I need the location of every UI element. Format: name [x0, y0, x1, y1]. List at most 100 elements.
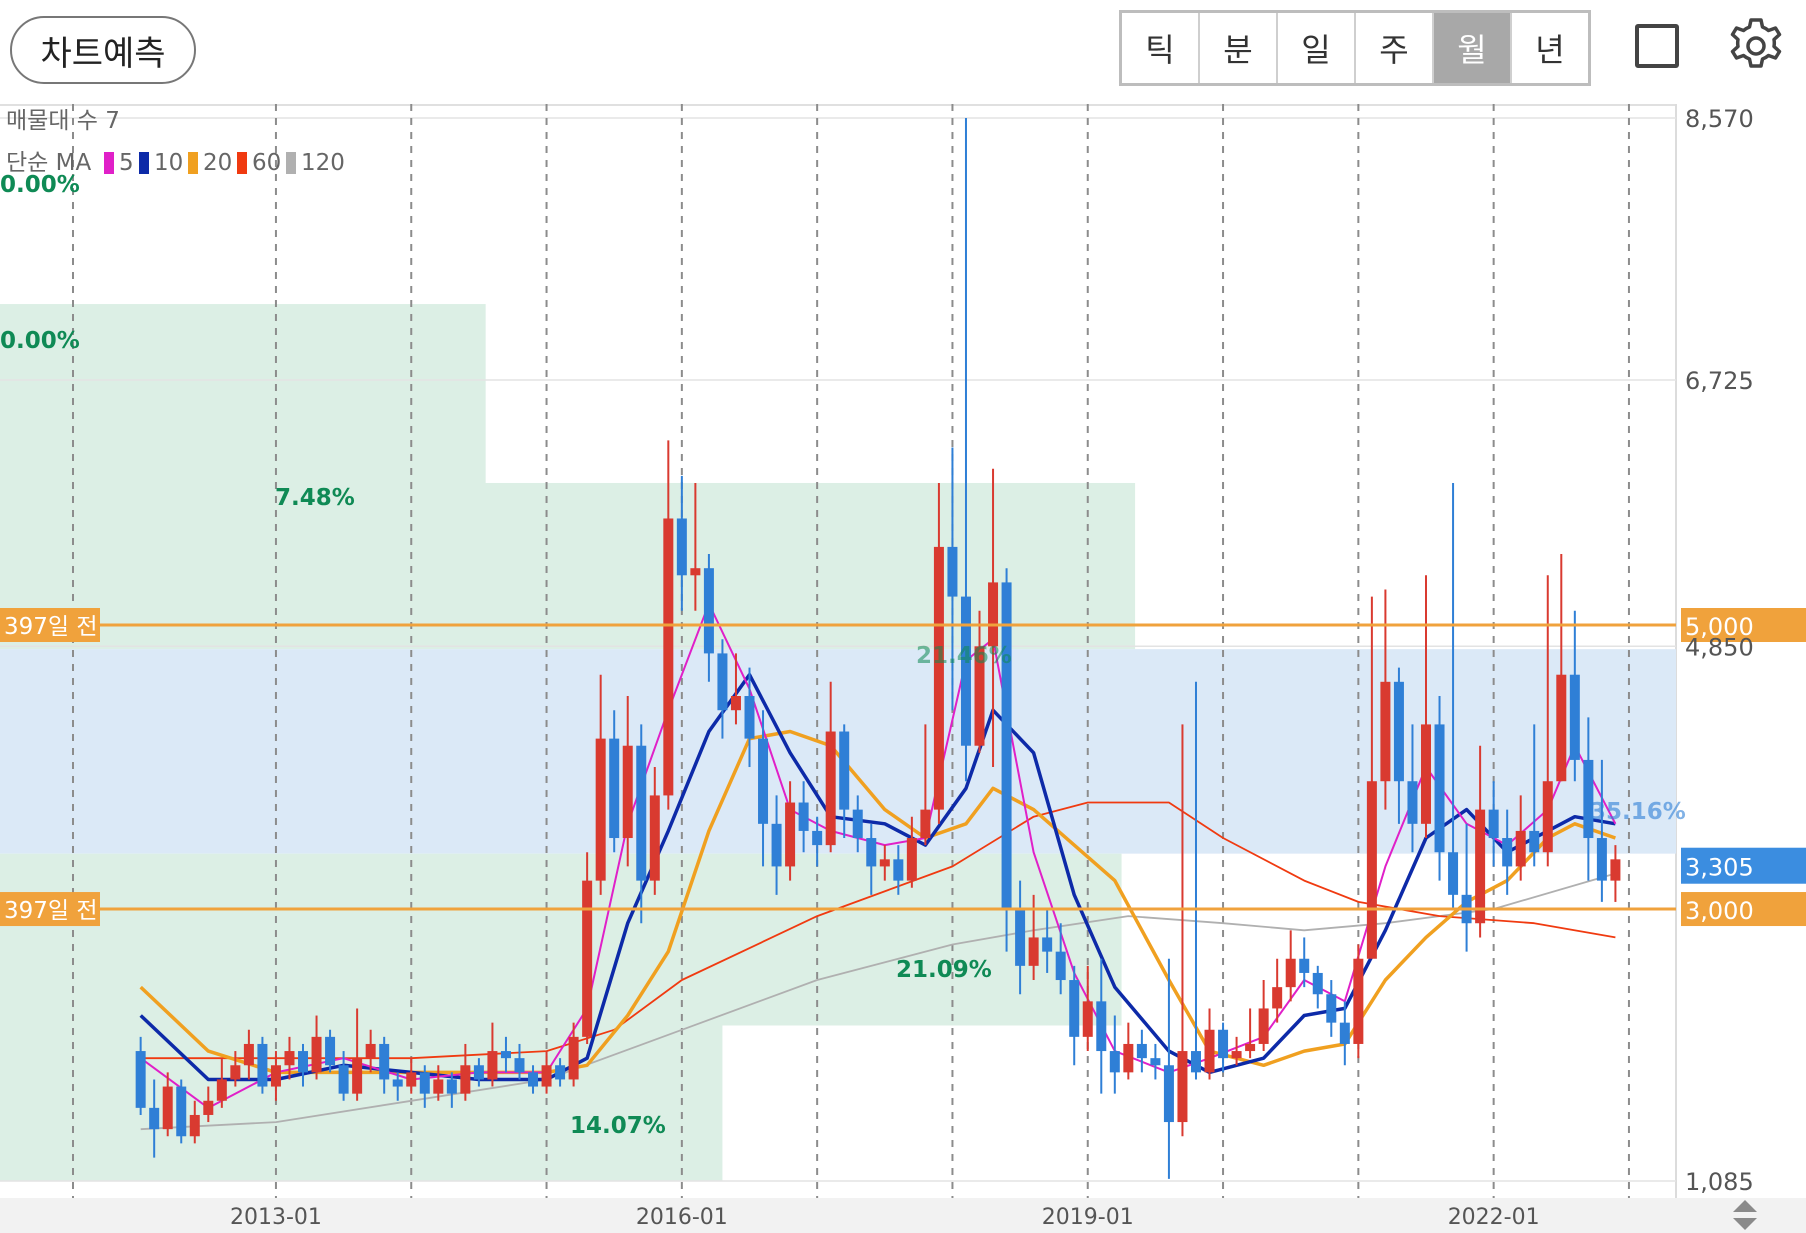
candle-body: [1515, 830, 1526, 867]
profile-percent-label: 7.48%: [275, 485, 355, 511]
candle-body: [311, 1036, 322, 1073]
profile-percent-label: 0.00%: [0, 328, 80, 354]
reference-line-left-label: 397일 전: [4, 898, 98, 924]
reference-line-right-label: 3,000: [1685, 897, 1754, 925]
candle-body: [338, 1065, 349, 1094]
candle-body: [690, 568, 701, 576]
candle-body: [1353, 958, 1364, 1044]
current-price-label: 3,305: [1685, 854, 1754, 882]
candle-body: [406, 1072, 417, 1087]
candle-body: [243, 1043, 254, 1066]
candle-body: [785, 802, 796, 867]
candle-body: [379, 1043, 390, 1080]
candle-body: [1055, 951, 1066, 981]
candle-body: [419, 1072, 430, 1094]
y-tick-label: 1,085: [1685, 1168, 1754, 1196]
candle-body: [879, 859, 890, 867]
candle-body: [352, 1058, 363, 1094]
candle-body: [568, 1036, 579, 1080]
ma-legend-swatch: [188, 152, 198, 174]
candle-body: [514, 1058, 525, 1073]
candle-body: [216, 1079, 227, 1101]
candle-body: [893, 859, 904, 881]
price-chart[interactable]: 397일 전 5,000397일 전 3,0003,3058,5706,7254,8…: [0, 0, 1806, 1233]
candle-body: [1393, 681, 1404, 782]
candle-body: [1421, 724, 1431, 824]
candle-body: [730, 696, 741, 711]
y-tick-label: 8,570: [1685, 105, 1754, 133]
candle-body: [825, 731, 836, 846]
y-tick-label: 6,725: [1685, 367, 1754, 395]
candle-body: [257, 1043, 268, 1087]
candle-body: [203, 1100, 214, 1115]
volume-profile-zone: [0, 1025, 723, 1181]
candle-body: [1326, 994, 1337, 1023]
candle-body: [1136, 1043, 1147, 1059]
candle-body: [528, 1072, 539, 1087]
candle-body: [1569, 674, 1580, 760]
candle-body: [1109, 1051, 1120, 1073]
candle-body: [325, 1036, 336, 1066]
candle-body: [1475, 809, 1486, 924]
candle-body: [1542, 781, 1553, 853]
ma-legend-swatch: [237, 152, 247, 174]
candle-body: [798, 802, 809, 831]
candle-body: [1407, 781, 1418, 824]
ma-legend-label: 10: [154, 150, 183, 176]
candle-body: [676, 518, 687, 576]
candle-body: [473, 1065, 484, 1080]
candle-body: [1150, 1058, 1161, 1066]
candle-body: [1245, 1043, 1256, 1052]
candle-body: [1015, 909, 1026, 966]
candle-body: [1556, 674, 1567, 782]
candle-body: [1529, 830, 1540, 853]
candle-body: [189, 1114, 200, 1137]
profile-percent-label: 21.09%: [896, 957, 992, 983]
candle-body: [812, 830, 823, 846]
candle-body: [1434, 724, 1445, 853]
candle-body: [1069, 980, 1080, 1037]
ma-legend-title: 단순 MA: [6, 150, 91, 176]
candle-body: [149, 1107, 160, 1130]
candle-body: [298, 1051, 309, 1073]
candle-body: [1299, 958, 1310, 973]
candle-body: [1028, 937, 1039, 966]
candle-body: [852, 809, 863, 839]
candle-body: [284, 1051, 295, 1066]
candle-body: [433, 1079, 444, 1094]
candle-body: [162, 1086, 173, 1130]
volume-profile-legend: 매물대 수 7: [6, 108, 120, 134]
candle-body: [176, 1086, 187, 1137]
candle-body: [744, 696, 755, 739]
profile-percent-label: 21.46%: [916, 643, 1012, 669]
candle-body: [906, 838, 917, 881]
reference-line-left-label: 397일 전: [4, 614, 98, 640]
candle-body: [622, 745, 633, 839]
ma-legend-swatch: [104, 152, 114, 174]
candle-body: [649, 795, 660, 881]
axis-scroll-icon[interactable]: [1730, 1198, 1760, 1232]
candle-body: [663, 518, 674, 796]
candle-body: [1339, 1022, 1350, 1044]
candle-body: [460, 1065, 471, 1094]
candle-body: [582, 880, 593, 1037]
candle-body: [933, 546, 944, 810]
x-tick-label: 2019-01: [1042, 1205, 1134, 1230]
ma-legend-swatch: [286, 152, 296, 174]
ma-legend-swatch: [139, 152, 149, 174]
profile-percent-label: 14.07%: [570, 1113, 666, 1139]
candle-body: [1258, 1008, 1269, 1044]
candle-body: [365, 1043, 376, 1059]
candle-body: [1285, 958, 1296, 988]
x-tick-label: 2016-01: [636, 1205, 728, 1230]
candle-body: [1163, 1065, 1174, 1123]
candle-body: [1218, 1029, 1229, 1059]
candle-body: [595, 738, 606, 881]
candle-body: [920, 809, 931, 839]
ma-legend-label: 20: [203, 150, 232, 176]
candle-body: [487, 1051, 498, 1080]
candle-body: [1082, 1001, 1093, 1037]
candle-body: [988, 582, 999, 647]
candle-body: [1001, 582, 1012, 910]
candle-body: [1380, 681, 1391, 782]
